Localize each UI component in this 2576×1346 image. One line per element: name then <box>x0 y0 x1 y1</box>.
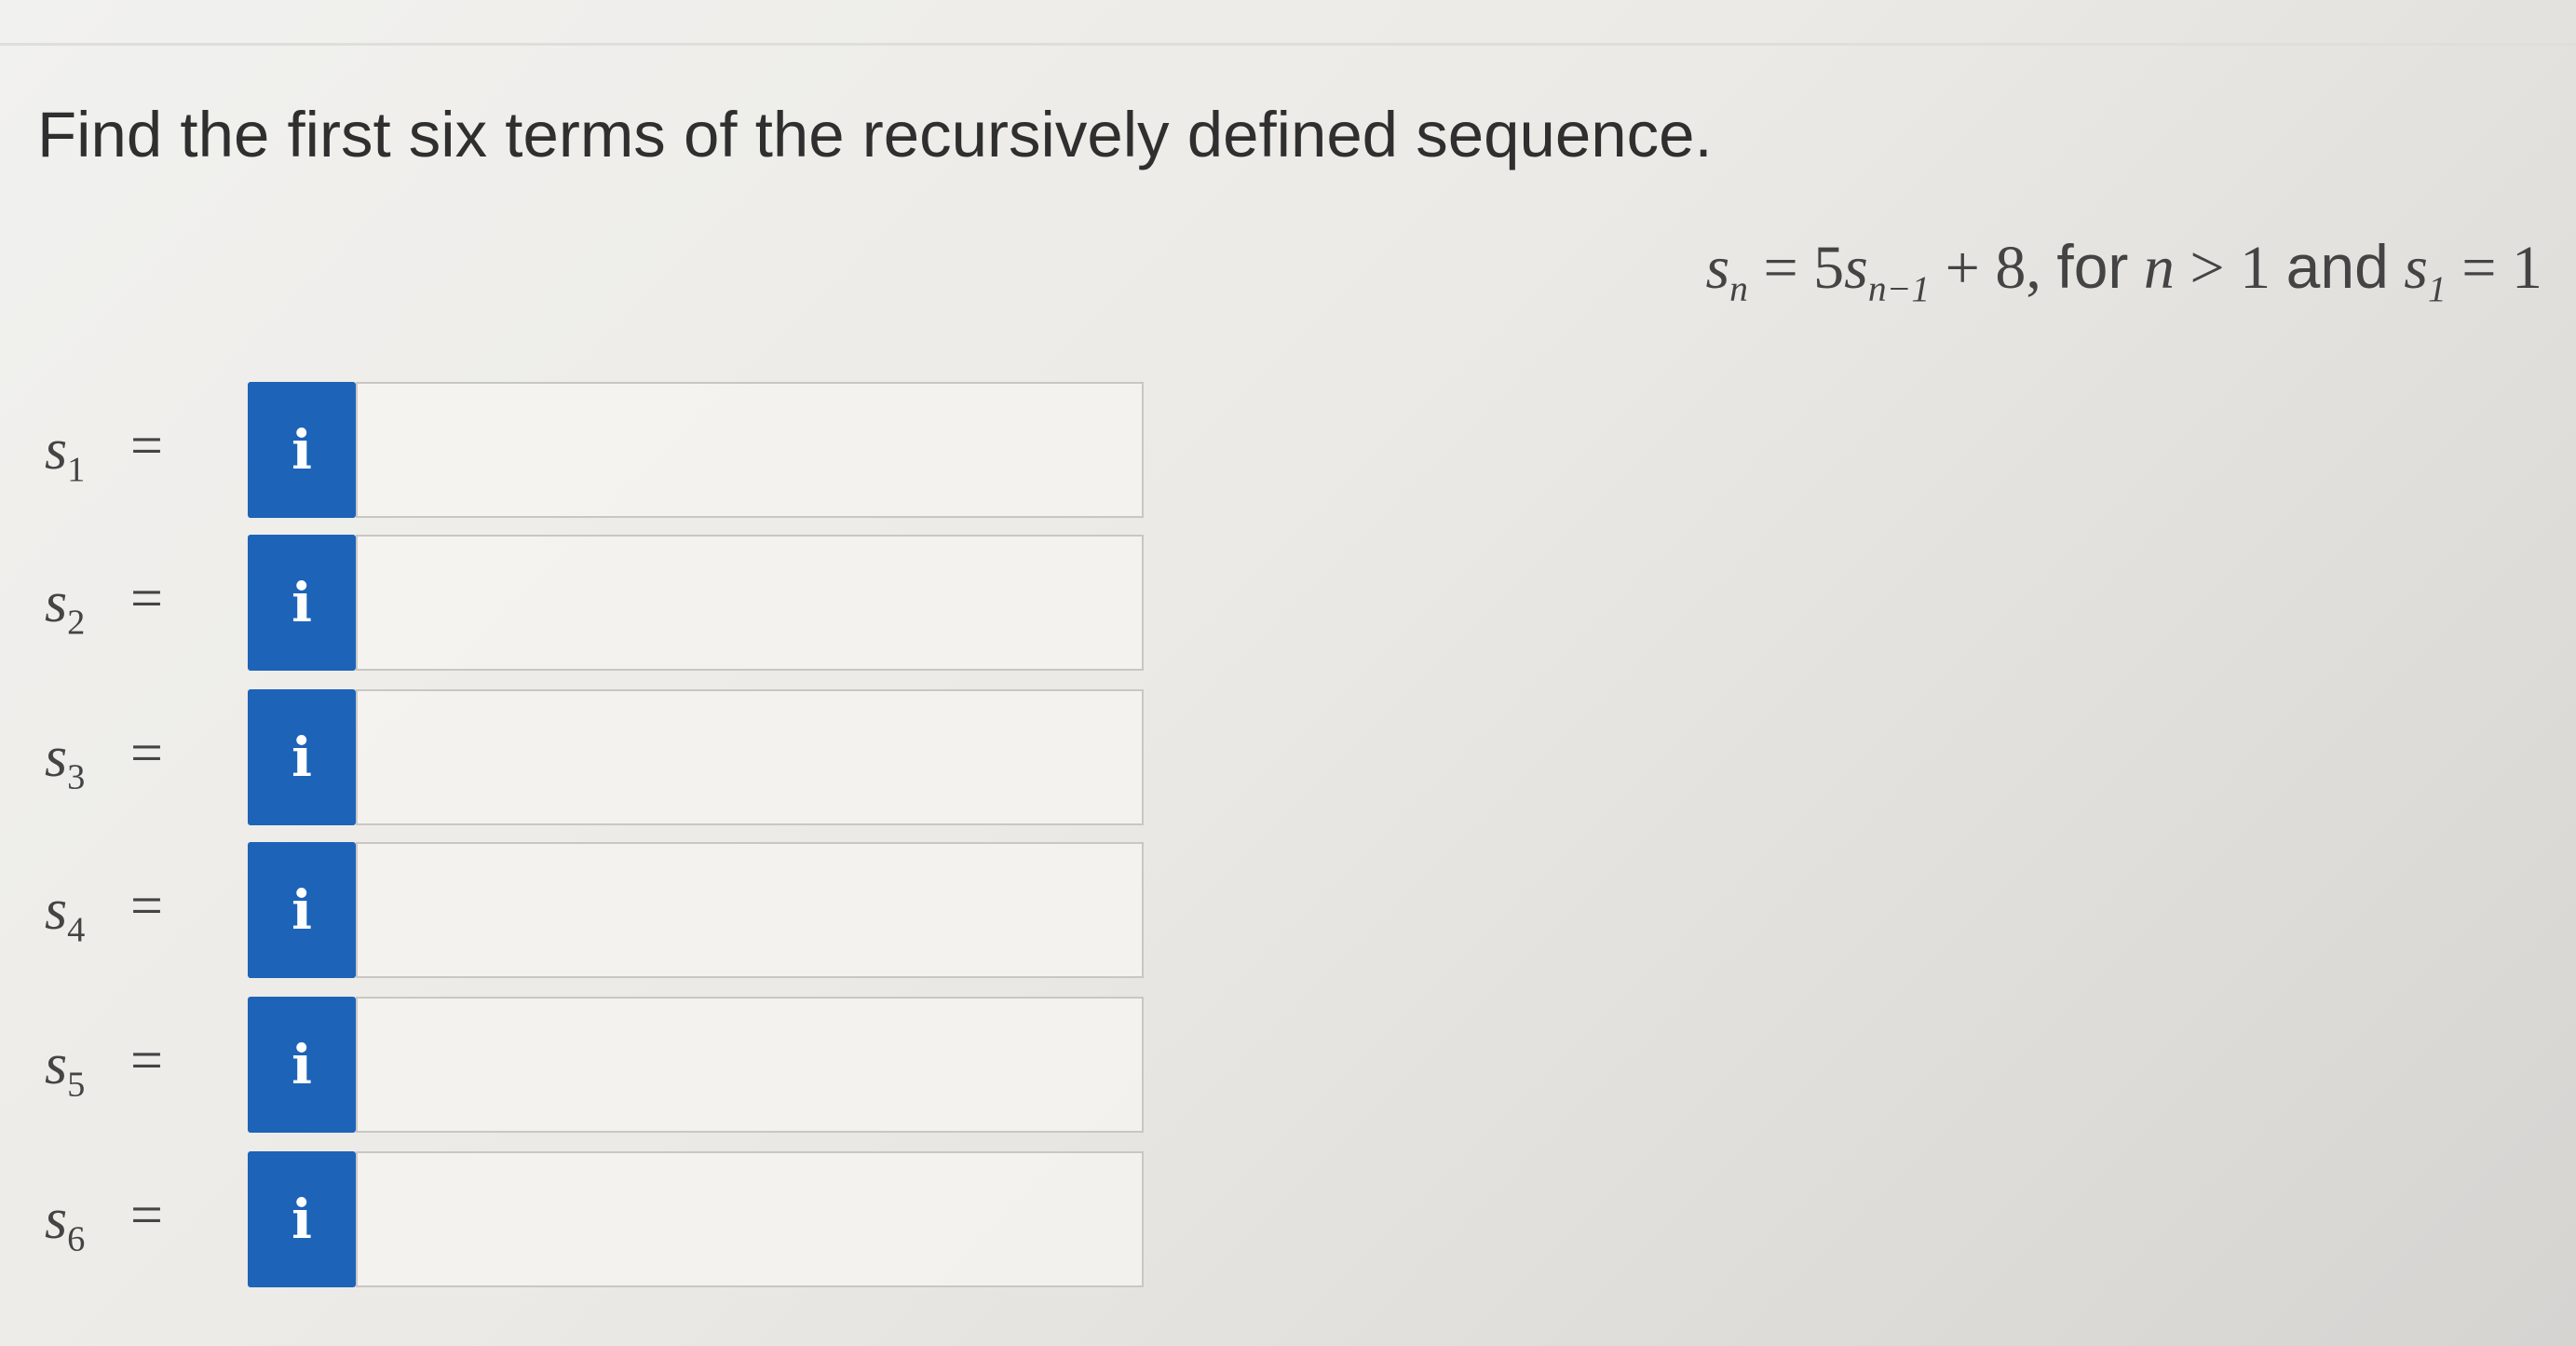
term-label: s4 <box>45 877 85 950</box>
equals-sign: = <box>130 567 163 631</box>
term-sub: 1 <box>67 450 86 490</box>
answer-input-s4[interactable] <box>356 842 1144 978</box>
term-label: s3 <box>45 725 85 797</box>
top-divider <box>0 43 2576 46</box>
formula-s1-var: s <box>2404 234 2428 302</box>
info-button[interactable]: i <box>248 997 356 1133</box>
question-prompt: Find the first six terms of the recursiv… <box>37 99 1713 170</box>
answer-row-s6: s6 = i <box>37 1151 1144 1287</box>
info-icon: i <box>291 1033 313 1096</box>
term-label: s6 <box>45 1187 85 1259</box>
term-label: s5 <box>45 1032 85 1105</box>
term-label: s2 <box>45 570 85 643</box>
recursive-formula: sn = 5sn−1 + 8, for n > 1 and s1 = 1 <box>1705 231 2542 310</box>
answer-row-s2: s2 = i <box>37 535 1144 671</box>
formula-rhs-sub: n−1 <box>1867 268 1931 310</box>
term-sub: 2 <box>67 603 86 643</box>
formula-coefficient: 5 <box>1813 234 1845 302</box>
formula-equals: = <box>1763 234 1798 302</box>
answer-row-s3: s3 = i <box>37 689 1144 825</box>
formula-equals-2: = <box>2461 234 2497 302</box>
term-sub: 4 <box>67 910 86 950</box>
equals-sign: = <box>130 875 163 938</box>
answer-input-s2[interactable] <box>356 535 1144 671</box>
formula-and-text: and <box>2285 232 2389 301</box>
term-var: s <box>45 418 68 482</box>
info-button[interactable]: i <box>248 382 356 518</box>
answer-input-s5[interactable] <box>356 997 1144 1133</box>
term-sub: 6 <box>67 1219 86 1259</box>
term-var: s <box>45 726 68 789</box>
equals-sign: = <box>130 1029 163 1093</box>
term-sub: 5 <box>67 1065 86 1105</box>
answer-input-s3[interactable] <box>356 689 1144 825</box>
info-icon: i <box>291 571 313 634</box>
formula-n-var: n <box>2143 234 2175 302</box>
formula-one: 1 <box>2240 234 2271 302</box>
term-var: s <box>45 878 68 942</box>
equals-sign: = <box>130 415 163 478</box>
info-button[interactable]: i <box>248 842 356 978</box>
formula-s1-value: 1 <box>2512 234 2542 302</box>
term-var: s <box>45 571 68 634</box>
formula-lhs-var: s <box>1705 234 1730 302</box>
info-button[interactable]: i <box>248 1151 356 1287</box>
term-label: s1 <box>45 417 85 490</box>
term-sub: 3 <box>67 757 86 797</box>
equals-sign: = <box>130 722 163 785</box>
formula-greater-than: > <box>2190 234 2225 302</box>
term-var: s <box>45 1033 68 1096</box>
info-button[interactable]: i <box>248 535 356 671</box>
answer-input-s1[interactable] <box>356 382 1144 518</box>
formula-lhs-sub: n <box>1729 268 1748 310</box>
info-icon: i <box>291 878 313 942</box>
answer-row-s5: s5 = i <box>37 997 1144 1133</box>
term-var: s <box>45 1188 68 1251</box>
answer-input-s6[interactable] <box>356 1151 1144 1287</box>
equals-sign: = <box>130 1184 163 1247</box>
info-icon: i <box>291 726 313 789</box>
info-icon: i <box>291 1188 313 1251</box>
answer-row-s1: s1 = i <box>37 382 1144 518</box>
info-icon: i <box>291 418 313 482</box>
formula-s1-sub: 1 <box>2427 268 2447 310</box>
formula-rhs-var: s <box>1844 234 1868 302</box>
formula-plus-constant: + 8, <box>1945 234 2041 302</box>
answer-row-s4: s4 = i <box>37 842 1144 978</box>
formula-for-text: for <box>2056 232 2129 301</box>
info-button[interactable]: i <box>248 689 356 825</box>
